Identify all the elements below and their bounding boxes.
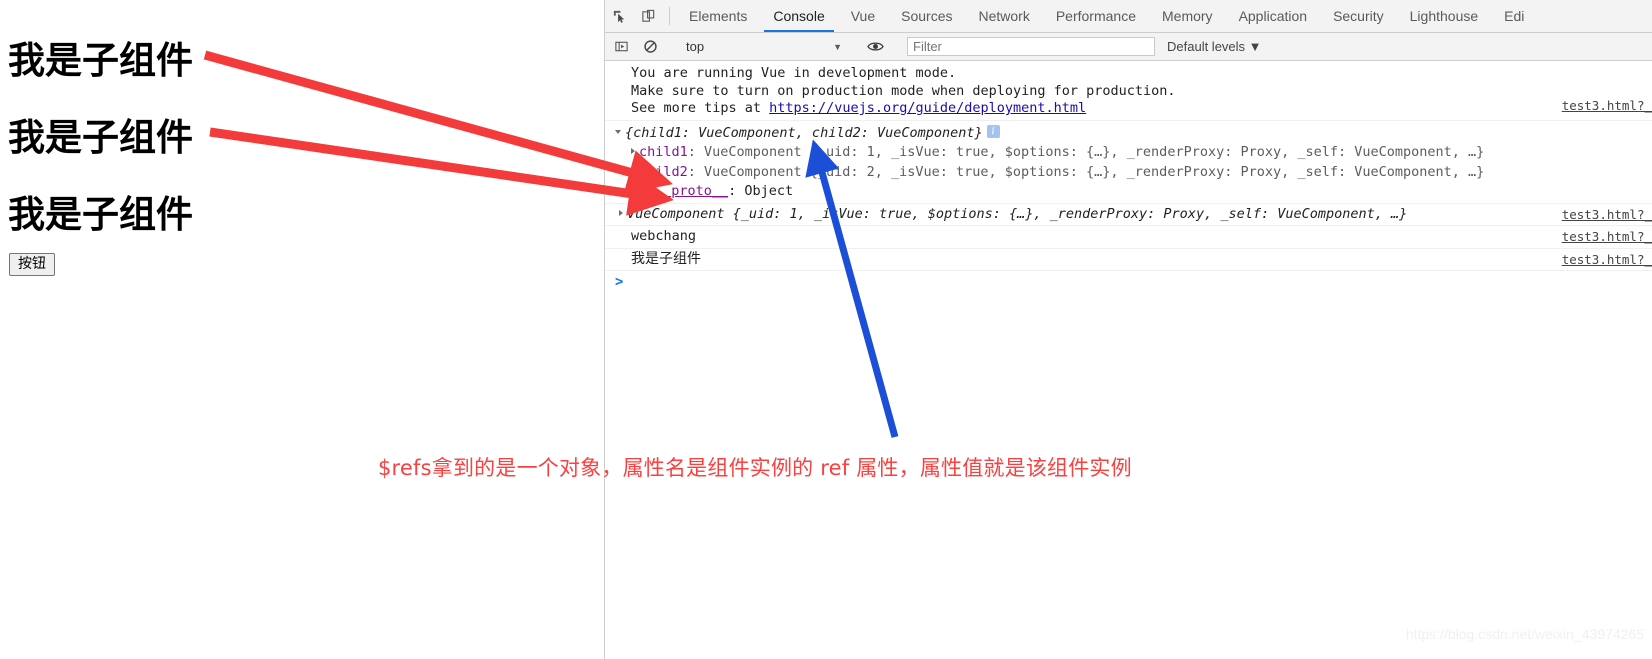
- clear-console-icon[interactable]: [636, 39, 665, 54]
- log-level-label: Default levels: [1167, 39, 1246, 54]
- vue-banner-line-1: You are running Vue in development mode.: [631, 65, 957, 81]
- vue-deployment-link[interactable]: https://vuejs.org/guide/deployment.html: [769, 100, 1086, 116]
- console-input-prompt[interactable]: >: [605, 271, 1652, 293]
- execution-context-select[interactable]: top ▼: [678, 37, 848, 57]
- browser-page-pane: 我是子组件 我是子组件 我是子组件 按钮: [0, 0, 604, 659]
- watermark: https://blog.csdn.net/weixin_43974265: [1405, 626, 1644, 642]
- source-link[interactable]: test3.html?_: [1562, 251, 1652, 269]
- property-value: : VueComponent {_uid: 2, _isVue: true, $…: [687, 163, 1485, 180]
- device-toolbar-icon[interactable]: [634, 0, 663, 32]
- disclosure-triangle-open-icon[interactable]: [615, 130, 621, 134]
- console-object-property-child1[interactable]: child1: VueComponent {_uid: 1, _isVue: t…: [605, 144, 1652, 164]
- chevron-down-icon: ▼: [1248, 39, 1262, 54]
- refs-object-preview: {child1: VueComponent, child2: VueCompon…: [625, 124, 983, 141]
- log-text: webchang: [631, 228, 697, 244]
- tab-network[interactable]: Network: [965, 0, 1042, 32]
- source-link[interactable]: test3.html?_: [1562, 206, 1652, 224]
- console-filter-bar: top ▼ Default levels ▼: [605, 33, 1652, 61]
- refs-object-header[interactable]: {child1: VueComponent, child2: VueCompon…: [605, 125, 1652, 143]
- source-link[interactable]: test3.html?_: [1562, 97, 1652, 115]
- devtools-panel: Elements Console Vue Sources Network Per…: [604, 0, 1652, 659]
- console-message-child-component: 我是子组件 test3.html?_: [605, 249, 1652, 271]
- console-object-property-child2[interactable]: child2: VueComponent {_uid: 2, _isVue: t…: [605, 164, 1652, 184]
- filter-input[interactable]: [907, 37, 1155, 56]
- info-badge-icon: i: [986, 125, 1000, 138]
- vue-banner-text: You are running Vue in development mode.…: [605, 65, 1652, 118]
- tab-editor[interactable]: Edi: [1491, 0, 1537, 32]
- annotation-note: $refs拿到的是一个对象，属性名是组件实例的 ref 属性，属性值就是该组件实…: [378, 456, 1132, 480]
- tab-lighthouse[interactable]: Lighthouse: [1397, 0, 1492, 32]
- devtools-tab-bar: Elements Console Vue Sources Network Per…: [605, 0, 1652, 33]
- chevron-down-icon: ▼: [833, 41, 842, 52]
- console-sidebar-icon[interactable]: [607, 39, 636, 54]
- tab-console[interactable]: Console: [760, 0, 837, 32]
- tab-application[interactable]: Application: [1226, 0, 1321, 32]
- property-value: : VueComponent {_uid: 1, _isVue: true, $…: [687, 144, 1485, 160]
- disclosure-triangle-icon[interactable]: [647, 187, 651, 193]
- console-object-property-proto[interactable]: __proto__: Object: [605, 183, 1652, 204]
- log-text: 我是子组件: [631, 250, 701, 267]
- tab-memory[interactable]: Memory: [1149, 0, 1226, 32]
- toolbar-divider: [669, 7, 670, 25]
- source-link[interactable]: test3.html?_: [1562, 228, 1652, 246]
- console-message-webchang: webchang test3.html?_: [605, 226, 1652, 249]
- live-expression-eye-icon[interactable]: [861, 39, 890, 54]
- vuecomponent-preview: VueComponent {_uid: 1, _isVue: true, $op…: [627, 205, 1408, 222]
- vue-banner-line-2: Make sure to turn on production mode whe…: [631, 82, 1176, 99]
- disclosure-triangle-icon[interactable]: [619, 209, 623, 216]
- property-key: child1: [639, 144, 688, 160]
- proto-key: __proto__: [655, 183, 729, 199]
- console-message-refs-object: {child1: VueComponent, child2: VueCompon…: [605, 121, 1652, 145]
- tab-security[interactable]: Security: [1320, 0, 1397, 32]
- tab-performance[interactable]: Performance: [1043, 0, 1149, 32]
- console-message-vue-banner: You are running Vue in development mode.…: [605, 61, 1652, 121]
- execution-context-value: top: [686, 39, 705, 54]
- disclosure-triangle-icon[interactable]: [631, 167, 635, 174]
- property-key: child2: [639, 163, 688, 180]
- console-message-list: You are running Vue in development mode.…: [605, 61, 1652, 293]
- proto-value: : Object: [728, 183, 794, 199]
- inspect-element-icon[interactable]: [605, 0, 634, 32]
- prompt-caret-icon: >: [615, 274, 624, 290]
- tab-vue[interactable]: Vue: [838, 0, 888, 32]
- tab-elements[interactable]: Elements: [676, 0, 760, 32]
- disclosure-triangle-icon[interactable]: [631, 148, 635, 154]
- log-level-select[interactable]: Default levels ▼: [1167, 39, 1262, 54]
- child-component-heading-3: 我是子组件: [8, 193, 193, 236]
- vue-banner-line-3: See more tips at: [631, 100, 770, 116]
- child-component-heading-1: 我是子组件: [8, 39, 193, 82]
- console-message-vuecomponent: VueComponent {_uid: 1, _isVue: true, $op…: [605, 204, 1652, 226]
- action-button[interactable]: 按钮: [9, 253, 55, 277]
- tab-sources[interactable]: Sources: [888, 0, 965, 32]
- child-component-heading-2: 我是子组件: [8, 116, 193, 159]
